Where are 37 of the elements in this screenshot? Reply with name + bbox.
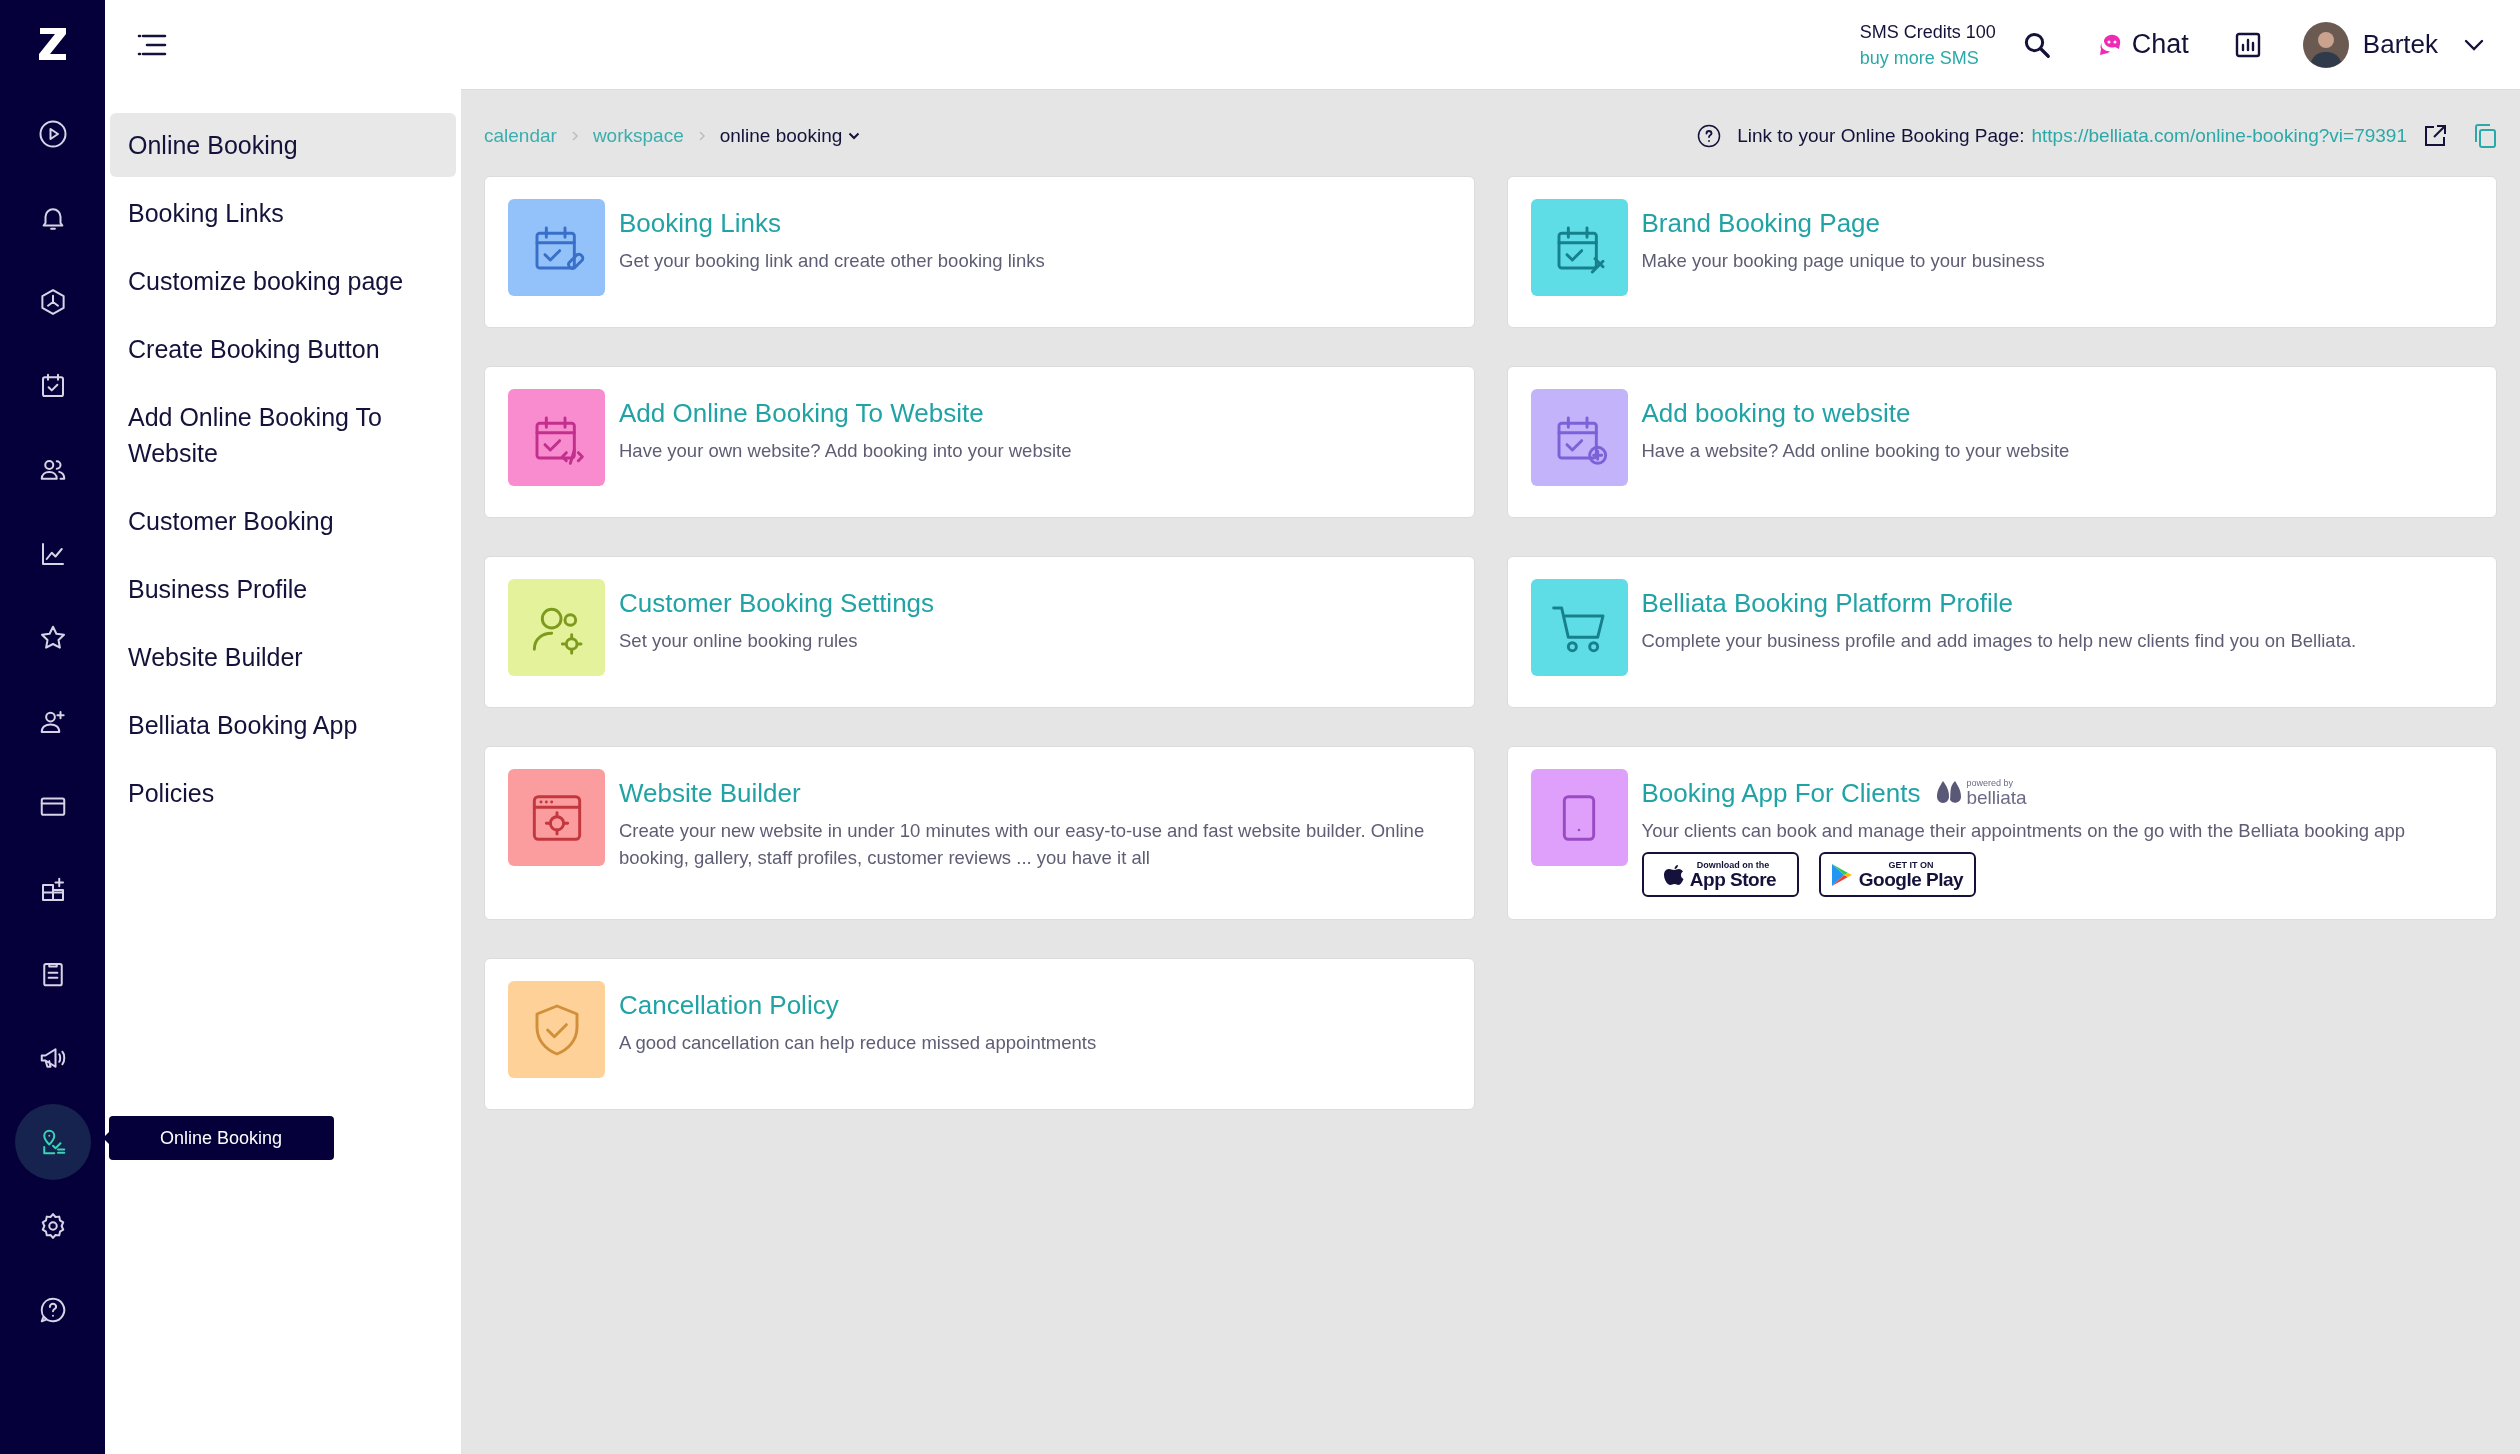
card-description: Complete your business profile and add images to help new clients find you on Belliata.: [1641, 629, 2357, 653]
powered-by-text: powered by: [1966, 778, 2014, 788]
card-description: Have a website? Add online booking to your website: [1641, 439, 2070, 463]
booking-card[interactable]: Brand Booking Page Make your booking page unique to your business: [1506, 176, 2497, 328]
card-description: Make your booking page unique to your business: [1641, 249, 2045, 273]
sidebar-item[interactable]: Business Profile: [110, 557, 456, 621]
sidebar-item[interactable]: Website Builder: [110, 625, 456, 689]
booking-card[interactable]: Booking App For Clients powered by belliata Your clients can book and manage their appointments on the go with the Belliata booking app Download on the App Store GET IT ON Google Play: [1506, 746, 2497, 920]
booking-card[interactable]: Customer Booking Settings Set your online booking rules: [484, 556, 1475, 708]
chat-button[interactable]: Chat: [2095, 24, 2189, 65]
card-description: A good cancellation can help reduce missed appointments: [619, 1031, 1097, 1055]
booking-card[interactable]: Add Online Booking To Website Have your own website? Add booking into your website: [484, 366, 1475, 518]
card-description: Your clients can book and manage their appointments on the go with the Belliata booking app: [1641, 819, 2405, 843]
brand-text: belliata: [1966, 788, 2027, 808]
card-description: Have your own website? Add booking into your website: [619, 439, 1072, 463]
sidebar-item[interactable]: Customer Booking: [110, 489, 456, 553]
sidebar-item[interactable]: Create Booking Button: [110, 317, 456, 381]
user-menu[interactable]: Bartek: [2302, 21, 2484, 68]
sidebar-item[interactable]: Customize booking page: [110, 249, 456, 313]
card-description: Get your booking link and create other booking links: [619, 249, 1045, 273]
sidebar-item[interactable]: Online Booking: [110, 113, 456, 177]
card-description: Set your online booking rules: [619, 629, 859, 653]
store-badge[interactable]: GET IT ON Google Play: [1818, 852, 1976, 897]
card-description: Create your new website in under 10 minutes with our easy-to-use and fast website builder. Online booking, gallery, staff profiles, customer reviews ... you have it all: [619, 819, 1426, 870]
booking-card[interactable]: Add booking to website Have a website? Add online booking to your website: [1506, 366, 2497, 518]
link-label: Link to your Online Booking Page:: [1737, 123, 2025, 148]
sidebar-item[interactable]: Booking Links: [110, 181, 456, 245]
sms-credits: SMS Credits 100: [1859, 20, 1996, 44]
booking-card[interactable]: Cancellation Policy A good cancellation can help reduce missed appointments: [484, 958, 1475, 1110]
booking-card[interactable]: Belliata Booking Platform Profile Complete your business profile and add images to help new clients find you on Belliata.: [1506, 556, 2497, 708]
store-badge[interactable]: Download on the App Store: [1641, 852, 1799, 897]
booking-card[interactable]: Website Builder Create your new website in under 10 minutes with our easy-to-use and fast website builder. Online booking, gallery, staff profiles, customer reviews ... you have it all: [484, 746, 1475, 920]
breadcrumb-dropdown[interactable]: online booking: [719, 121, 861, 151]
sidebar-item[interactable]: Belliata Booking App: [110, 693, 456, 757]
sidebar-item[interactable]: Add Online Booking To Website: [110, 385, 456, 485]
booking-card[interactable]: Booking Links Get your booking link and create other booking links: [484, 176, 1475, 328]
sidebar-item[interactable]: Policies: [110, 761, 456, 825]
